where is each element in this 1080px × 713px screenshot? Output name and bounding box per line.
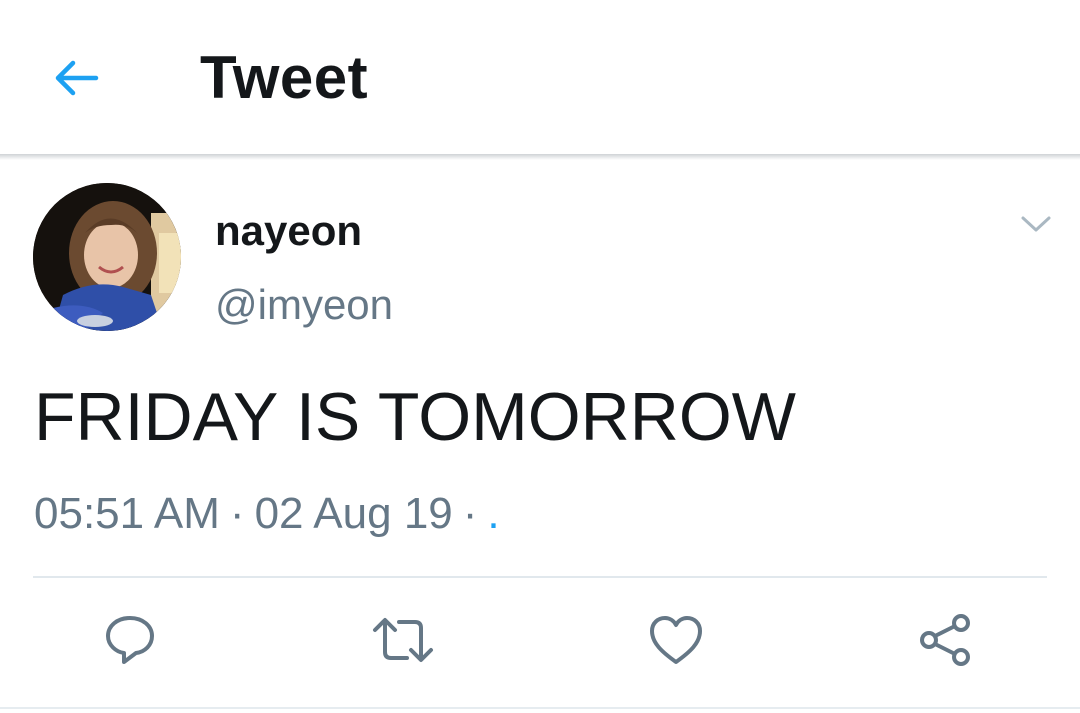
meta-separator: · [229, 489, 245, 538]
meta-separator: · [462, 489, 478, 538]
tweet-detail-screen: Tweet nayeon @imyeon FRIDAY IS TOMORROW … [0, 0, 1080, 713]
bottom-divider [0, 707, 1080, 709]
tweet-metadata: 05:51 AM · 02 Aug 19 ·. [34, 487, 500, 541]
reply-icon [106, 616, 154, 664]
retweet-icon [373, 618, 433, 662]
share-icon [920, 614, 970, 666]
heart-icon [650, 616, 702, 664]
top-app-bar: Tweet [0, 0, 1080, 154]
arrow-left-icon [55, 60, 99, 96]
avatar-photo [33, 183, 181, 331]
like-button[interactable] [644, 610, 708, 670]
share-button[interactable] [913, 610, 977, 670]
tweet-options-button[interactable] [1014, 204, 1058, 244]
tweet-text: FRIDAY IS TOMORROW [34, 379, 796, 455]
retweet-button[interactable] [371, 610, 435, 670]
actions-divider [33, 576, 1047, 578]
author-avatar[interactable] [33, 183, 181, 331]
tweet-source-link[interactable]: . [487, 489, 499, 538]
tweet-date: 02 Aug 19 [254, 489, 453, 538]
back-button[interactable] [44, 48, 108, 108]
reply-button[interactable] [98, 610, 162, 670]
header-divider [0, 154, 1080, 160]
chevron-down-icon [1021, 216, 1051, 232]
tweet-time: 05:51 AM [34, 489, 220, 538]
page-title: Tweet [200, 44, 369, 111]
author-handle[interactable]: @imyeon [215, 280, 393, 330]
author-display-name[interactable]: nayeon [215, 206, 362, 256]
